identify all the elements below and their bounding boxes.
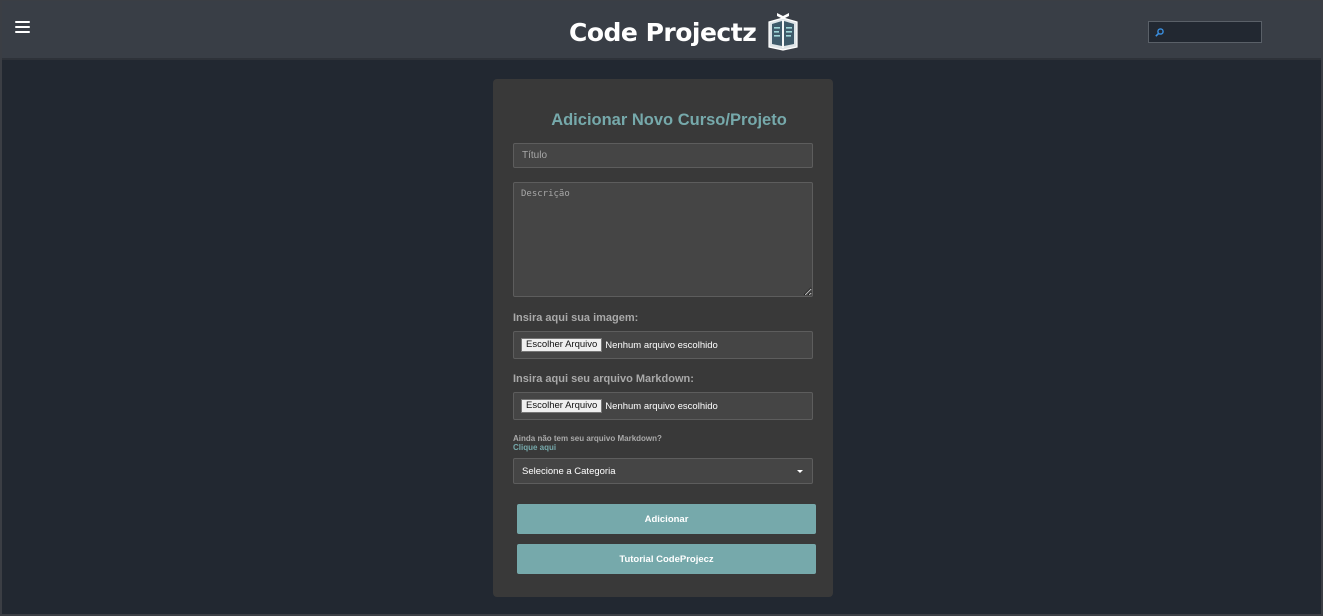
- choose-markdown-button[interactable]: Escolher Arquivo: [521, 399, 603, 413]
- category-selected-value: Selecione a Categoria: [522, 465, 616, 477]
- book-logo-icon: [768, 13, 798, 51]
- search-box[interactable]: [1148, 21, 1262, 43]
- description-textarea[interactable]: [513, 182, 813, 297]
- search-input[interactable]: [1167, 23, 1261, 41]
- markdown-hint: Ainda não tem seu arquivo Markdown?: [513, 434, 662, 443]
- category-select[interactable]: Selecione a Categoria: [513, 458, 813, 484]
- hamburger-menu-icon[interactable]: [15, 18, 33, 38]
- title-input[interactable]: [513, 143, 813, 168]
- markdown-help-link[interactable]: Clique aqui: [513, 443, 556, 452]
- image-file-status: Nenhum arquivo escolhido: [605, 339, 718, 351]
- markdown-file-input[interactable]: Escolher Arquivo Nenhum arquivo escolhid…: [513, 392, 813, 420]
- brand-name: Code Projectz: [569, 17, 757, 47]
- add-button[interactable]: Adicionar: [517, 504, 816, 534]
- add-course-form: Adicionar Novo Curso/Projeto Insira aqui…: [493, 79, 833, 597]
- search-icon: [1155, 27, 1164, 37]
- choose-image-button[interactable]: Escolher Arquivo: [521, 338, 603, 352]
- brand[interactable]: Code Projectz: [569, 12, 800, 52]
- image-file-input[interactable]: Escolher Arquivo Nenhum arquivo escolhid…: [513, 331, 813, 359]
- markdown-file-status: Nenhum arquivo escolhido: [605, 400, 718, 412]
- tutorial-button[interactable]: Tutorial CodeProjecz: [517, 544, 816, 574]
- top-navbar: Code Projectz: [0, 0, 1323, 60]
- form-title: Adicionar Novo Curso/Projeto: [551, 111, 787, 129]
- markdown-label: Insira aqui seu arquivo Markdown:: [513, 373, 694, 385]
- image-label: Insira aqui sua imagem:: [513, 312, 639, 324]
- caret-down-icon: [797, 469, 803, 473]
